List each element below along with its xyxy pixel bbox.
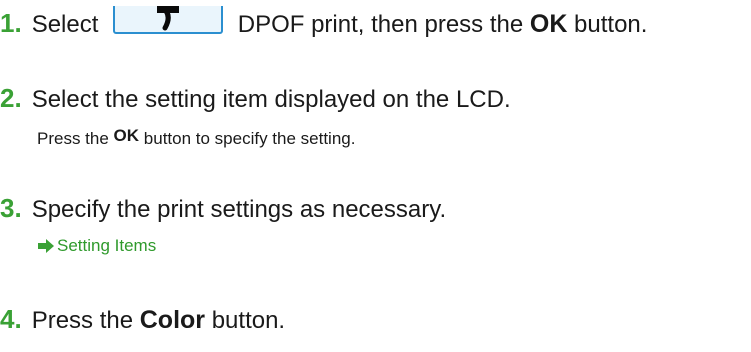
- step-number: 1.: [0, 8, 22, 38]
- setting-items-link[interactable]: Setting Items: [37, 236, 156, 256]
- right-arrow-icon: [38, 239, 54, 253]
- step-text-part: button.: [574, 11, 648, 38]
- step-text-part: button.: [211, 307, 286, 334]
- color-button-label: Color: [139, 306, 206, 334]
- ok-button-label: OK: [113, 126, 140, 145]
- step-3: 3. Specify the print settings as necessa…: [0, 193, 446, 224]
- step-text-part: Press the: [31, 307, 134, 334]
- step-2: 2. Select the setting item displayed on …: [0, 83, 511, 114]
- step-number: 3.: [0, 193, 22, 223]
- step-text: Select the setting item displayed on the…: [31, 86, 511, 113]
- dpof-print-icon: [113, 6, 224, 34]
- step-text: Select DPOF print, then press the OK but…: [31, 6, 648, 39]
- step-2-note: Press the OK button to specify the setti…: [37, 126, 356, 149]
- step-number: 4.: [0, 304, 22, 334]
- setting-items-link-text[interactable]: Setting Items: [57, 236, 156, 256]
- step-text-part: DPOF print, then press the: [237, 11, 524, 38]
- note-text-part: Press the: [37, 129, 109, 148]
- step-1: 1. Select DPOF print, then press the OK …: [0, 6, 648, 39]
- step-4: 4. Press the Color button.: [0, 304, 285, 335]
- step-text-part: Select: [31, 11, 99, 38]
- step-number: 2.: [0, 83, 22, 113]
- step-text: Specify the print settings as necessary.: [31, 196, 447, 223]
- step-text: Press the Color button.: [32, 306, 285, 335]
- ok-button-label: OK: [529, 10, 568, 38]
- note-text-part: button to specify the setting.: [143, 129, 356, 148]
